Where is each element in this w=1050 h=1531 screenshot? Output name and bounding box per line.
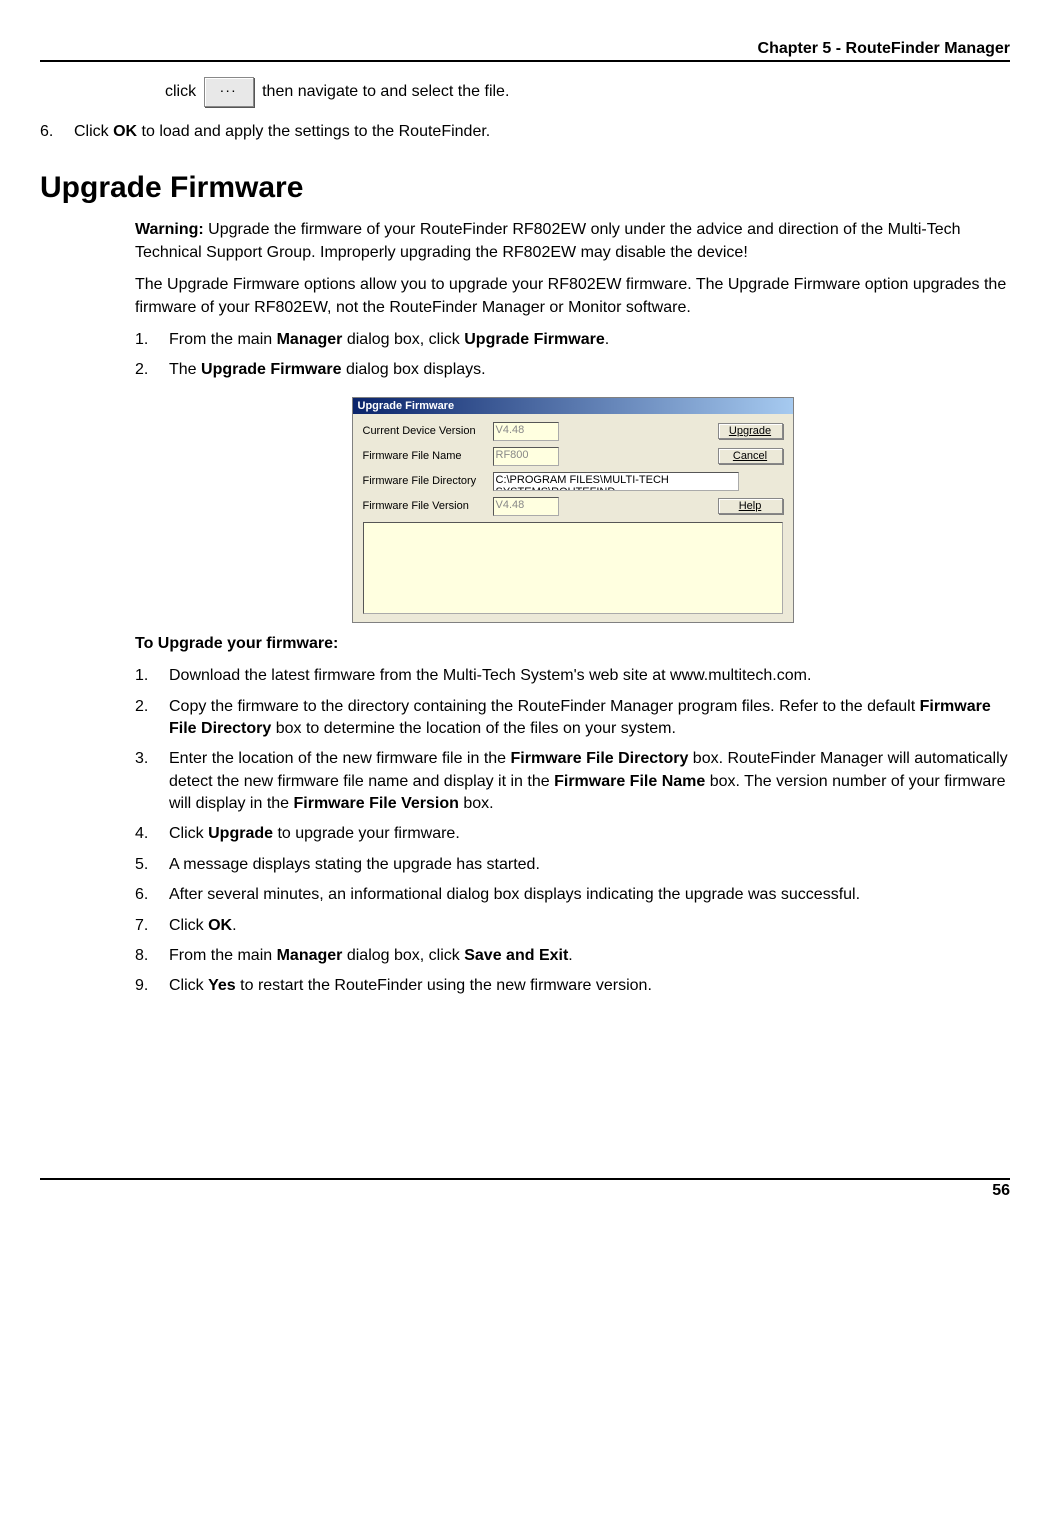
page-footer: 56 (40, 1178, 1010, 1200)
paragraph: The Upgrade Firmware options allow you t… (135, 274, 1010, 319)
list-item: 1. Download the latest firmware from the… (135, 665, 1010, 687)
list-item: 2. Copy the firmware to the directory co… (135, 696, 1010, 741)
item-text: After several minutes, an informational … (169, 884, 860, 906)
item-number: 4. (135, 823, 155, 845)
list-item: 4. Click Upgrade to upgrade your firmwar… (135, 823, 1010, 845)
item-text: From the main Manager dialog box, click … (169, 329, 609, 351)
list-item: 7. Click OK. (135, 915, 1010, 937)
item-number: 1. (135, 329, 155, 351)
item-text: Click Yes to restart the RouteFinder usi… (169, 975, 652, 997)
field-label: Firmware File Directory (363, 475, 493, 487)
item-text: Click OK to load and apply the settings … (74, 121, 490, 143)
dialog-titlebar: Upgrade Firmware (353, 398, 793, 414)
warning-paragraph: Warning: Upgrade the firmware of your Ro… (135, 219, 1010, 264)
item-number: 2. (135, 359, 155, 381)
section-heading: Upgrade Firmware (40, 171, 1010, 205)
current-version-field: V4.48 (493, 422, 559, 441)
list-item: 3. Enter the location of the new firmwar… (135, 748, 1010, 815)
item-text: The Upgrade Firmware dialog box displays… (169, 359, 486, 381)
item-number: 6. (135, 884, 155, 906)
upgrade-button[interactable]: Upgrade (718, 423, 783, 439)
browse-button[interactable]: ... (204, 77, 254, 107)
item-number: 6. (40, 121, 60, 143)
sub-heading: To Upgrade your firmware: (135, 633, 1010, 655)
item-text: Enter the location of the new firmware f… (169, 748, 1010, 815)
item-number: 2. (135, 696, 155, 741)
help-button[interactable]: Help (718, 498, 783, 514)
field-label: Firmware File Name (363, 450, 493, 462)
item-text: Click OK. (169, 915, 237, 937)
item-text: From the main Manager dialog box, click … (169, 945, 573, 967)
item-number: 5. (135, 854, 155, 876)
list-item: 8. From the main Manager dialog box, cli… (135, 945, 1010, 967)
item-text: Copy the firmware to the directory conta… (169, 696, 1010, 741)
cancel-button[interactable]: Cancel (718, 448, 783, 464)
item-number: 3. (135, 748, 155, 815)
item-number: 8. (135, 945, 155, 967)
click-line: click ... then navigate to and select th… (165, 77, 1010, 107)
dialog-listbox[interactable] (363, 522, 783, 614)
item-number: 1. (135, 665, 155, 687)
click-pre-text: click (165, 83, 196, 101)
item-number: 7. (135, 915, 155, 937)
firmware-version-field: V4.48 (493, 497, 559, 516)
item-number: 9. (135, 975, 155, 997)
upgrade-firmware-dialog: Upgrade Firmware Current Device Version … (352, 397, 794, 623)
list-item: 2. The Upgrade Firmware dialog box displ… (135, 359, 1010, 381)
firmware-directory-field[interactable]: C:\PROGRAM FILES\MULTI-TECH SYSTEMS\ROUT… (493, 472, 739, 491)
item-text: Download the latest firmware from the Mu… (169, 665, 811, 687)
list-item: 5. A message displays stating the upgrad… (135, 854, 1010, 876)
list-item: 1. From the main Manager dialog box, cli… (135, 329, 1010, 351)
firmware-name-field[interactable]: RF800 (493, 447, 559, 466)
field-label: Firmware File Version (363, 500, 493, 512)
chapter-header: Chapter 5 - RouteFinder Manager (40, 40, 1010, 62)
item-text: A message displays stating the upgrade h… (169, 854, 540, 876)
item-text: Click Upgrade to upgrade your firmware. (169, 823, 460, 845)
list-item: 9. Click Yes to restart the RouteFinder … (135, 975, 1010, 997)
list-item: 6. After several minutes, an information… (135, 884, 1010, 906)
field-label: Current Device Version (363, 425, 493, 437)
click-post-text: then navigate to and select the file. (262, 83, 509, 101)
list-item: 6. Click OK to load and apply the settin… (40, 121, 1010, 143)
